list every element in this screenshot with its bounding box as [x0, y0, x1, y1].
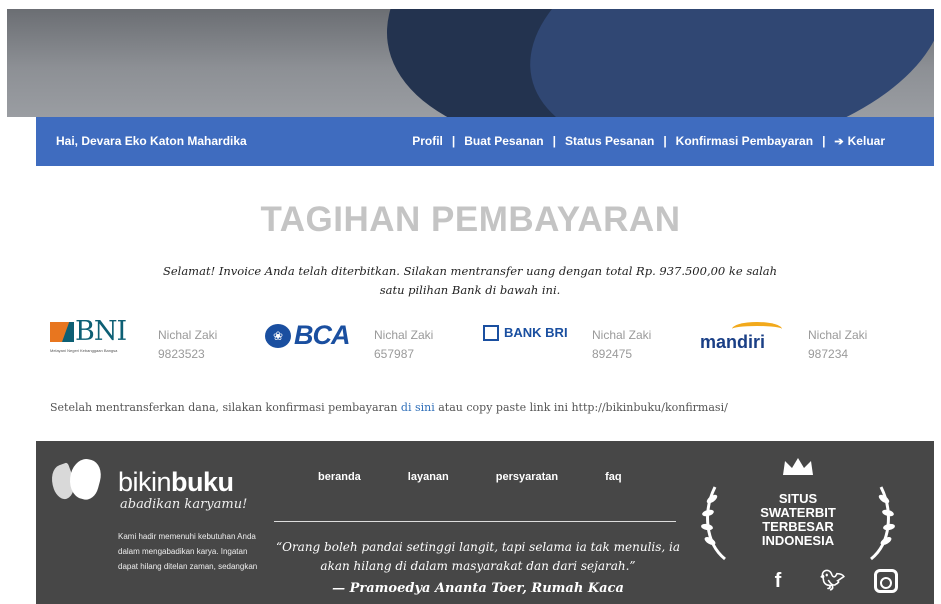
- bca-logo-mark: ❀: [265, 324, 291, 348]
- bca-logo-text: BCA: [294, 320, 350, 350]
- footer-quote: “Orang boleh pandai setinggi langit, tap…: [275, 540, 681, 573]
- brand-name-light: bikin: [118, 467, 172, 497]
- account-number: 657987: [374, 347, 415, 361]
- footer-nav-persyaratan[interactable]: persyaratan: [496, 471, 558, 483]
- confirm-text-url: atau copy paste link ini http://bikinbuk…: [434, 401, 728, 414]
- brand-name-bold: buku: [171, 467, 234, 497]
- footer-divider: [274, 521, 676, 522]
- nav-profil[interactable]: Profil: [412, 134, 443, 148]
- hero-banner: [7, 9, 934, 117]
- bri-logo-text: BANK BRI: [504, 325, 568, 340]
- brand-description: Kami hadir memenuhi kebutuhan Anda dalam…: [118, 532, 258, 571]
- logout-label: Keluar: [847, 134, 885, 148]
- nav-links: Profil | Buat Pesanan | Status Pesanan |…: [412, 134, 885, 148]
- bni-logo-subtext: Melayani Negeri Kebanggaan Bangsa: [50, 348, 118, 353]
- footer-nav-beranda[interactable]: beranda: [318, 471, 361, 483]
- bri-logo: BANK BRI: [483, 324, 578, 348]
- account-holder: Nichal Zaki: [158, 328, 218, 342]
- footer: bikinbuku abadikan karyamu! Kami hadir m…: [36, 441, 934, 604]
- account-details: Nichal Zaki 9823523: [158, 326, 217, 364]
- award-text-line: TERBESAR: [762, 519, 834, 534]
- nav-separator: |: [822, 134, 826, 148]
- top-nav: Hai, Devara Eko Katon Mahardika Profil |…: [36, 117, 934, 166]
- footer-nav-faq[interactable]: faq: [605, 471, 622, 483]
- logout-button[interactable]: ➔ Keluar: [834, 134, 885, 148]
- social-links: f 🐦︎: [766, 569, 898, 593]
- nav-konfirmasi-pembayaran[interactable]: Konfirmasi Pembayaran: [676, 134, 813, 148]
- account-number: 9823523: [158, 347, 205, 361]
- logout-icon: ➔: [834, 136, 844, 148]
- mandiri-logo: mandiri: [700, 322, 790, 354]
- footer-quote-author: — Pramoedya Ananta Toer, Rumah Kaca: [332, 581, 624, 596]
- nav-buat-pesanan[interactable]: Buat Pesanan: [464, 134, 543, 148]
- award-text-line: SITUS: [778, 491, 818, 506]
- confirm-link[interactable]: di sini: [401, 401, 435, 414]
- account-holder: Nichal Zaki: [592, 328, 652, 342]
- account-details: Nichal Zaki 892475: [592, 326, 651, 364]
- brand-name: bikinbuku: [118, 467, 234, 498]
- account-holder: Nichal Zaki: [374, 328, 434, 342]
- invoice-message: Selamat! Invoice Anda telah diterbitkan.…: [162, 264, 778, 297]
- award-text-line: INDONESIA: [761, 533, 835, 548]
- instagram-icon[interactable]: [874, 569, 898, 593]
- user-greeting: Hai, Devara Eko Katon Mahardika: [56, 134, 247, 148]
- footer-nav: beranda layanan persyaratan faq: [318, 471, 678, 483]
- confirm-text: Setelah mentransferkan dana, silakan kon…: [50, 401, 401, 414]
- bni-logo: BNI Melayani Negeri Kebanggaan Bangsa: [50, 316, 140, 364]
- hero-shape-highlight: [507, 9, 934, 117]
- facebook-icon[interactable]: f: [766, 569, 790, 593]
- award-text-line: SWATERBIT: [760, 505, 836, 520]
- account-number: 987234: [808, 347, 849, 361]
- bni-logo-text: BNI: [75, 316, 127, 347]
- account-details: Nichal Zaki 987234: [808, 326, 867, 364]
- footer-nav-layanan[interactable]: layanan: [408, 471, 449, 483]
- confirm-instruction: Setelah mentransferkan dana, silakan kon…: [50, 401, 728, 414]
- account-number: 892475: [592, 347, 633, 361]
- nav-status-pesanan[interactable]: Status Pesanan: [565, 134, 654, 148]
- brand-tagline: abadikan karyamu!: [120, 497, 248, 512]
- account-holder: Nichal Zaki: [808, 328, 868, 342]
- twitter-icon[interactable]: 🐦︎: [820, 569, 845, 593]
- account-details: Nichal Zaki 657987: [374, 326, 433, 364]
- nav-separator: |: [552, 134, 556, 148]
- mandiri-logo-text: mandiri: [700, 332, 766, 352]
- nav-separator: |: [663, 134, 667, 148]
- nav-separator: |: [451, 134, 456, 148]
- bca-logo: ❀ BCA: [265, 320, 355, 352]
- page-title: TAGIHAN PEMBAYARAN: [260, 200, 681, 239]
- crown-icon: [783, 458, 813, 475]
- bri-logo-mark: [483, 325, 499, 341]
